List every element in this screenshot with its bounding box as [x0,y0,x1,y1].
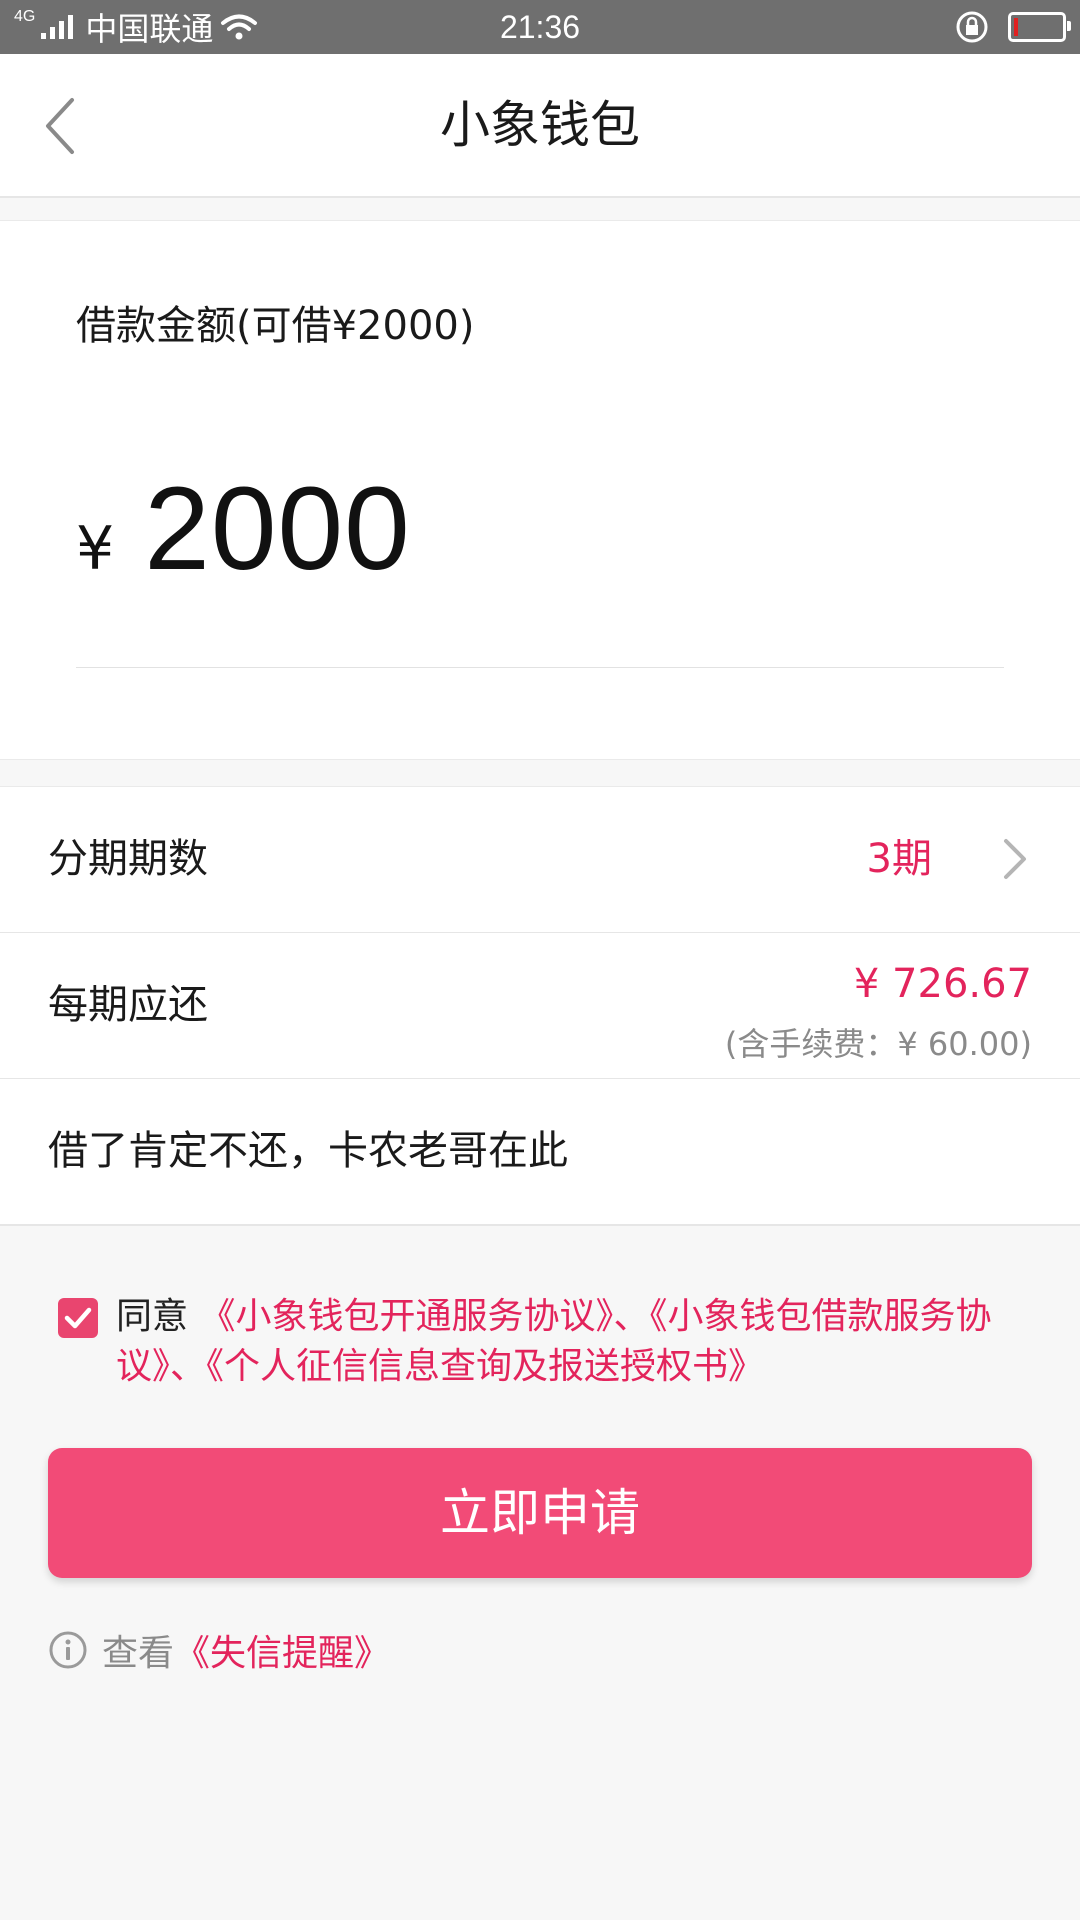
dishonesty-reminder-link[interactable]: 《失信提醒》 [174,1624,390,1676]
amount-underline [76,667,1004,668]
loan-amount-label: 借款金额(可借¥2000) [76,303,475,349]
fee-note: (含手续费：¥ 60.00) [724,1025,1032,1063]
loan-amount-value[interactable]: 2000 [144,461,411,597]
info-icon [49,1631,87,1669]
purpose-row[interactable]: 借了肯定不还，卡农老哥在此 [0,1079,1080,1224]
per-period-row: 每期应还 ¥ 726.67 (含手续费：¥ 60.00) [0,933,1080,1079]
per-period-amount: ¥ 726.67 [853,961,1032,1007]
nav-bar: 小象钱包 [0,54,1080,198]
status-time: 21:36 [499,9,581,45]
dishonesty-notice: 查看 《失信提醒》 [48,1624,390,1676]
agreement-text: 同意 《小象钱包开通服务协议》、《小象钱包借款服务协议》、《个人征信信息查询及报… [116,1292,1036,1392]
loan-details-list: 分期期数 3期 每期应还 ¥ 726.67 (含手续费：¥ 60.00) 借了肯… [0,786,1080,1226]
agree-checkbox[interactable] [58,1298,98,1338]
installment-row[interactable]: 分期期数 3期 [0,787,1080,933]
chevron-right-icon [1004,839,1026,879]
battery-icon [1008,12,1071,42]
installment-value: 3期 [866,836,932,882]
battery-level [1014,18,1018,36]
notice-prefix: 查看 [102,1633,175,1674]
currency-symbol: ¥ [76,514,115,584]
purpose-text[interactable]: 借了肯定不还，卡农老哥在此 [48,1079,568,1224]
status-bar: 4G 中国联通 21:36 [0,0,1080,54]
agree-prefix: 同意 [116,1296,200,1337]
loan-amount-input[interactable]: ¥ 2000 [76,461,411,597]
installment-label: 分期期数 [48,836,208,882]
rotation-lock-icon [956,11,988,43]
per-period-label: 每期应还 [48,982,208,1028]
agreement-links[interactable]: 《小象钱包开通服务协议》、《小象钱包借款服务协议》、《个人征信信息查询及报送授权… [116,1296,991,1387]
status-right [954,0,1071,54]
checkmark-icon [64,1307,92,1329]
loan-amount-card: 借款金额(可借¥2000) ¥ 2000 [0,220,1080,760]
agreement-section: 同意 《小象钱包开通服务协议》、《小象钱包借款服务协议》、《个人征信信息查询及报… [56,1292,1036,1392]
apply-now-button[interactable]: 立即申请 [48,1448,1032,1578]
page-title: 小象钱包 [440,96,640,154]
